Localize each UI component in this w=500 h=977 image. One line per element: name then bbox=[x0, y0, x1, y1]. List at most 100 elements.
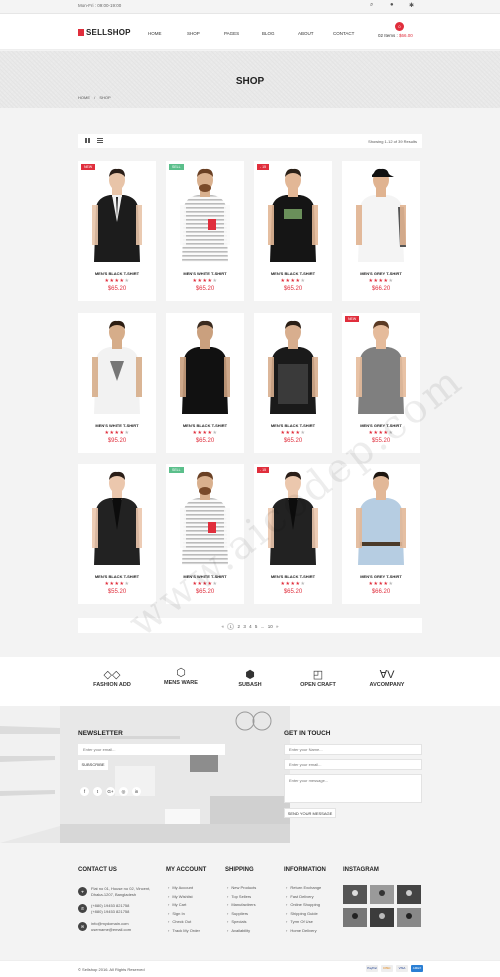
product-image[interactable] bbox=[350, 319, 412, 414]
footer-link[interactable]: › My Account bbox=[168, 885, 193, 890]
product-name[interactable]: MEN'S GREY T-SHIRT bbox=[342, 574, 420, 579]
page-5[interactable]: 5 bbox=[255, 624, 258, 629]
contact-message-input[interactable] bbox=[284, 774, 422, 803]
product-card[interactable]: MEN'S BLACK T-SHIRT ★★★★★ $65.20 bbox=[166, 313, 244, 453]
contact-name-input[interactable] bbox=[284, 744, 422, 755]
footer-link[interactable]: › Return Exchange bbox=[286, 885, 321, 890]
product-card[interactable]: MEN'S BLACK T-SHIRT ★★★★★ $55.20 bbox=[78, 464, 156, 604]
product-image[interactable] bbox=[86, 470, 148, 565]
nav-shop[interactable]: SHOP bbox=[187, 31, 200, 36]
facebook-icon[interactable]: f bbox=[80, 787, 89, 796]
product-image[interactable] bbox=[262, 167, 324, 262]
product-image[interactable] bbox=[174, 167, 236, 262]
dribbble-icon[interactable]: ◎ bbox=[119, 787, 128, 796]
brand-strip: ◇◇ FASHION ADD ⬡ MENS WARE ⬢ SUBASH ◰ OP… bbox=[0, 657, 500, 706]
footer-link[interactable]: › My Wishlist bbox=[168, 894, 193, 899]
product-name[interactable]: MEN'S BLACK T-SHIRT bbox=[166, 423, 244, 428]
product-image[interactable] bbox=[174, 319, 236, 414]
bullet-icon: › bbox=[286, 902, 288, 908]
product-card[interactable]: MEN'S GREY T-SHIRT ★★★★★ $66.20 bbox=[342, 464, 420, 604]
product-card[interactable]: SELL MEN'S WHITE T-SHIRT ★★★★★ $65.20 bbox=[166, 161, 244, 301]
product-card[interactable]: MEN'S GREY T-SHIRT ★★★★★ $66.20 bbox=[342, 161, 420, 301]
product-name[interactable]: MEN'S GREY T-SHIRT bbox=[342, 423, 420, 428]
product-name[interactable]: MEN'S BLACK T-SHIRT bbox=[254, 271, 332, 276]
google-plus-icon[interactable]: G+ bbox=[106, 787, 115, 796]
product-name[interactable]: MEN'S BLACK T-SHIRT bbox=[78, 574, 156, 579]
product-name[interactable]: MEN'S BLACK T-SHIRT bbox=[78, 271, 156, 276]
footer-link[interactable]: › Sign In bbox=[168, 911, 185, 916]
footer-link[interactable]: › Home Delivery bbox=[286, 928, 317, 933]
product-image[interactable] bbox=[86, 167, 148, 262]
product-image[interactable] bbox=[174, 470, 236, 565]
subscribe-button[interactable]: SUBSCRIBE bbox=[78, 760, 108, 770]
twitter-icon[interactable]: t bbox=[93, 787, 102, 796]
product-image[interactable] bbox=[262, 470, 324, 565]
search-icon[interactable]: ⌕ bbox=[370, 2, 373, 9]
list-view-icon[interactable] bbox=[97, 138, 103, 143]
product-name[interactable]: MEN'S GREY T-SHIRT bbox=[342, 271, 420, 276]
product-name[interactable]: MEN'S WHITE T-SHIRT bbox=[166, 271, 244, 276]
cart-icon[interactable]: 0 bbox=[395, 22, 404, 31]
prev-page-icon[interactable]: « bbox=[222, 624, 225, 629]
footer-link[interactable]: › Top Sellers bbox=[227, 894, 251, 899]
nav-home[interactable]: HOME bbox=[148, 31, 162, 36]
brand-mens-ware[interactable]: ⬡ MENS WARE bbox=[157, 667, 205, 686]
product-rating: ★★★★★ bbox=[254, 581, 332, 587]
nav-blog[interactable]: BLOG bbox=[262, 31, 275, 36]
nav-pages[interactable]: PAGES bbox=[224, 31, 239, 36]
product-name[interactable]: MEN'S WHITE T-SHIRT bbox=[166, 574, 244, 579]
product-image[interactable] bbox=[262, 319, 324, 414]
product-card[interactable]: MEN'S BLACK T-SHIRT ★★★★★ $65.20 bbox=[254, 313, 332, 453]
footer-link[interactable]: › Fast Delivery bbox=[286, 894, 314, 899]
grid-view-icon[interactable] bbox=[85, 138, 91, 143]
product-card[interactable]: NEW MEN'S GREY T-SHIRT ★★★★★ $55.20 bbox=[342, 313, 420, 453]
footer-link[interactable]: › Availability bbox=[227, 928, 250, 933]
gear-icon[interactable]: ✱ bbox=[409, 2, 414, 9]
product-card[interactable]: NEW MEN'S BLACK T-SHIRT ★★★★★ $65.20 bbox=[78, 161, 156, 301]
page-3[interactable]: 3 bbox=[243, 624, 246, 629]
product-card[interactable]: MEN'S WHITE T-SHIRT ★★★★★ $95.20 bbox=[78, 313, 156, 453]
footer-link[interactable]: › My Cart bbox=[168, 902, 186, 907]
footer-link[interactable]: › Suppliers bbox=[227, 911, 248, 916]
brand-fashion-add[interactable]: ◇◇ FASHION ADD bbox=[88, 669, 136, 688]
footer-link[interactable]: › New Products bbox=[227, 885, 256, 890]
product-card[interactable]: - 15 MEN'S BLACK T-SHIRT ★★★★★ $65.20 bbox=[254, 161, 332, 301]
product-image[interactable] bbox=[86, 319, 148, 414]
page-10[interactable]: 10 bbox=[268, 624, 273, 629]
user-icon[interactable]: ● bbox=[390, 2, 394, 8]
linkedin-icon[interactable]: in bbox=[132, 787, 141, 796]
footer-link[interactable]: › Online Shopping bbox=[286, 902, 320, 907]
footer-link[interactable]: › Check Out bbox=[168, 919, 191, 924]
send-message-button[interactable]: SEND YOUR MESSAGE bbox=[284, 808, 336, 818]
brand-open-craft[interactable]: ◰ OPEN CRAFT bbox=[294, 669, 342, 688]
product-card[interactable]: - 15 MEN'S BLACK T-SHIRT ★★★★★ $65.20 bbox=[254, 464, 332, 604]
nav-contact[interactable]: CONTACT bbox=[333, 31, 354, 36]
product-image[interactable] bbox=[350, 470, 412, 565]
product-price: $55.20 bbox=[107, 589, 127, 595]
brand-subash[interactable]: ⬢ SUBASH bbox=[226, 669, 274, 688]
product-name[interactable]: MEN'S BLACK T-SHIRT bbox=[254, 574, 332, 579]
nav-about[interactable]: ABOUT bbox=[298, 31, 314, 36]
product-image[interactable] bbox=[350, 167, 412, 262]
page-2[interactable]: 2 bbox=[238, 624, 241, 629]
phone-number: (+880) 19453 821758 bbox=[91, 909, 130, 914]
breadcrumb-home[interactable]: HOME bbox=[78, 95, 90, 100]
footer-link[interactable]: › Specials bbox=[227, 919, 246, 924]
footer-link[interactable]: › Shipping Guide bbox=[286, 911, 318, 916]
footer-link[interactable]: › Tyrm Of Use bbox=[286, 919, 313, 924]
site-logo[interactable]: SELLSHOP bbox=[78, 28, 131, 37]
footer-link[interactable]: › Manufactirers bbox=[227, 902, 256, 907]
brand-avcompany[interactable]: ⱯV AVCOMPANY bbox=[363, 669, 411, 688]
product-name[interactable]: MEN'S WHITE T-SHIRT bbox=[78, 423, 156, 428]
page-1[interactable]: 1 bbox=[227, 623, 235, 630]
bullet-icon: › bbox=[168, 919, 170, 925]
page-4[interactable]: 4 bbox=[249, 624, 252, 629]
newsletter-email-input[interactable] bbox=[78, 744, 225, 755]
footer-link[interactable]: › Track My Order bbox=[168, 928, 200, 933]
next-page-icon[interactable]: » bbox=[276, 624, 279, 629]
product-badge: - 15 bbox=[257, 164, 270, 170]
product-card[interactable]: SELL MEN'S WHITE T-SHIRT ★★★★★ $65.20 bbox=[166, 464, 244, 604]
product-name[interactable]: MEN'S BLACK T-SHIRT bbox=[254, 423, 332, 428]
email-address[interactable]: username@email.com bbox=[91, 927, 131, 933]
contact-email-input[interactable] bbox=[284, 759, 422, 770]
